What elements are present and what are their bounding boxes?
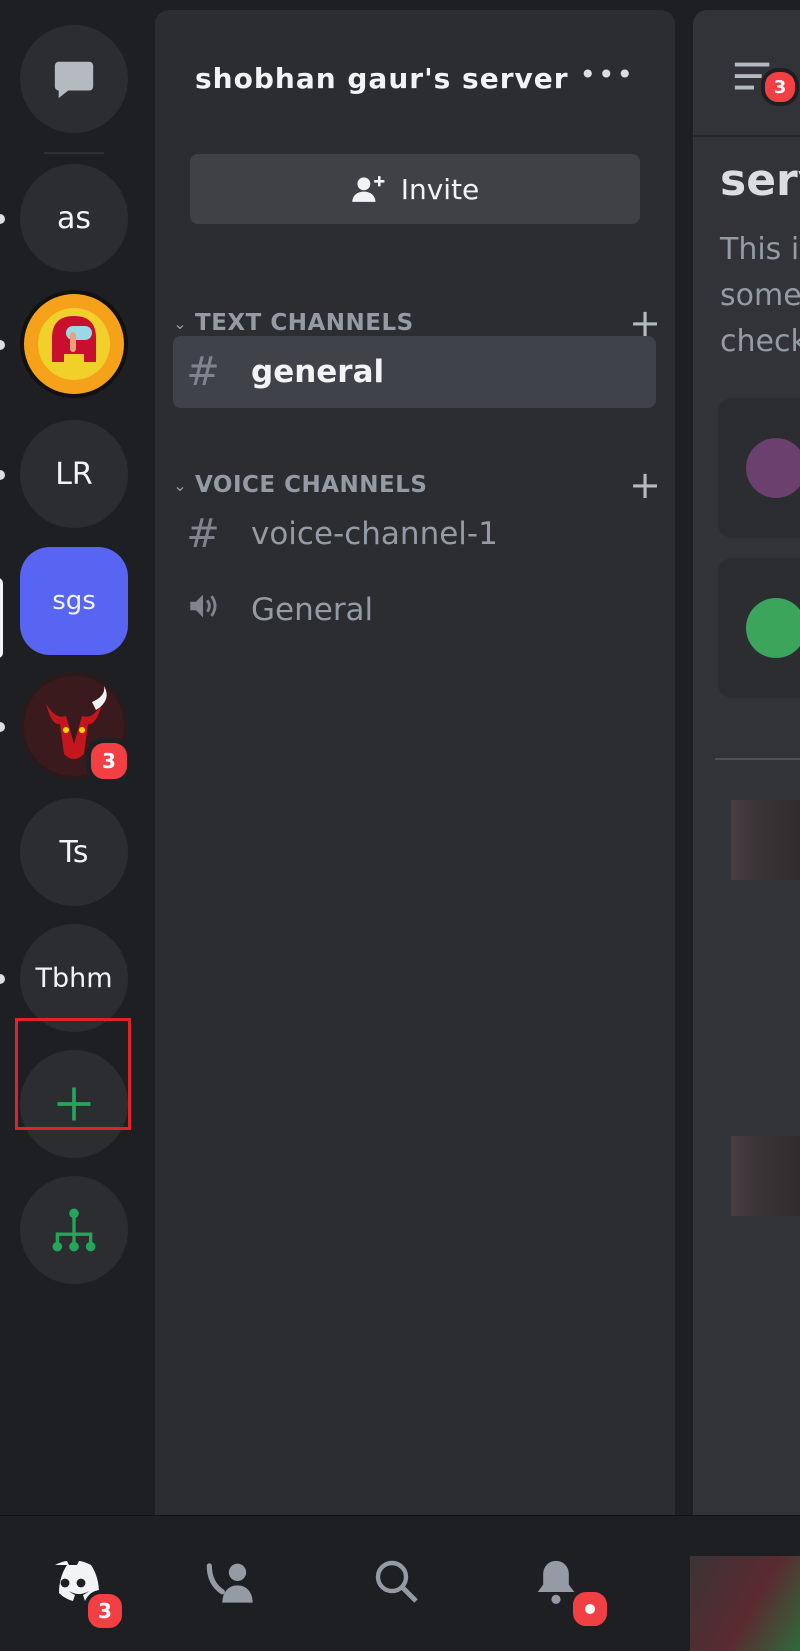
unread-pip bbox=[0, 214, 5, 224]
invite-button[interactable]: Invite bbox=[190, 154, 640, 224]
notification-dot bbox=[569, 1588, 611, 1630]
home-tab[interactable]: 3 bbox=[38, 1546, 126, 1632]
server-initials: Ts bbox=[59, 834, 89, 870]
channel-voice-channel-1[interactable]: # voice-channel-1 bbox=[173, 498, 656, 570]
category-label: TEXT CHANNELS bbox=[195, 310, 414, 336]
home-badge: 3 bbox=[84, 1590, 126, 1632]
notifications-tab[interactable] bbox=[521, 1546, 611, 1630]
welcome-text-line: This i bbox=[720, 232, 800, 267]
unread-pip bbox=[0, 974, 5, 984]
message-divider bbox=[715, 758, 800, 760]
server-rail: as LR sgs 3 Ts Tbhm bbox=[0, 0, 155, 1515]
channel-panel: shobhan gaur's server ••• Invite ⌄ TEXT … bbox=[155, 10, 675, 1515]
welcome-title: serv bbox=[720, 155, 800, 206]
user-avatar bbox=[731, 800, 800, 880]
invite-friends-icon bbox=[746, 438, 800, 498]
server-name[interactable]: shobhan gaur's server bbox=[195, 62, 569, 95]
channel-name: general bbox=[251, 354, 385, 390]
speaker-icon bbox=[173, 587, 233, 633]
more-options-button[interactable]: ••• bbox=[579, 58, 635, 91]
channel-name: voice-channel-1 bbox=[251, 516, 498, 552]
highlight-box bbox=[15, 1018, 131, 1130]
hash-icon: # bbox=[186, 349, 220, 395]
server-icon-as[interactable]: as bbox=[20, 164, 128, 272]
chevron-down-icon: ⌄ bbox=[173, 475, 187, 495]
unread-pip bbox=[0, 470, 5, 480]
category-label: VOICE CHANNELS bbox=[195, 472, 428, 498]
channel-voice-general[interactable]: General bbox=[173, 574, 656, 646]
server-icon-ts[interactable]: Ts bbox=[20, 798, 128, 906]
search-tab[interactable] bbox=[361, 1546, 431, 1616]
server-icon-lr[interactable]: LR bbox=[20, 420, 128, 528]
explore-servers-button[interactable] bbox=[20, 1176, 128, 1284]
unread-pip bbox=[0, 340, 5, 350]
user-avatar bbox=[731, 1136, 800, 1216]
server-initials: as bbox=[56, 200, 91, 236]
chat-panel-peek: 3 serv This i some check bbox=[693, 10, 800, 1515]
welcome-text-line: check bbox=[720, 324, 800, 359]
invite-label: Invite bbox=[400, 172, 480, 206]
server-initials: Tbhm bbox=[35, 962, 113, 994]
bottom-navigation: 3 bbox=[0, 1515, 800, 1651]
profile-tab[interactable] bbox=[690, 1556, 800, 1651]
mention-badge: 3 bbox=[86, 738, 132, 784]
server-icon-sgs[interactable]: sgs bbox=[20, 547, 128, 655]
welcome-text-line: some bbox=[720, 278, 800, 313]
server-icon-among-us[interactable] bbox=[20, 290, 128, 398]
chat-header: 3 bbox=[693, 10, 800, 137]
friends-wave-icon bbox=[206, 1563, 253, 1603]
hierarchy-icon bbox=[52, 1208, 96, 1252]
hash-icon: # bbox=[186, 511, 220, 557]
server-icon-tbhm[interactable]: Tbhm bbox=[20, 924, 128, 1032]
direct-messages-button[interactable] bbox=[20, 25, 128, 133]
among-us-avatar-icon bbox=[24, 294, 124, 394]
header-badge: 3 bbox=[761, 68, 799, 106]
channel-name: General bbox=[251, 592, 374, 628]
server-initials: LR bbox=[55, 456, 93, 492]
chat-bubble-icon bbox=[54, 61, 94, 99]
unread-pip bbox=[0, 722, 5, 732]
add-person-icon bbox=[352, 176, 385, 202]
server-icon-bull[interactable]: 3 bbox=[20, 672, 132, 784]
selected-indicator bbox=[0, 578, 3, 658]
rail-divider bbox=[44, 152, 104, 154]
search-icon bbox=[375, 1560, 418, 1603]
welcome-card[interactable] bbox=[718, 398, 800, 538]
personalize-server-icon bbox=[746, 598, 800, 658]
channel-general[interactable]: # general bbox=[173, 336, 656, 408]
friends-tab[interactable] bbox=[196, 1546, 266, 1616]
chevron-down-icon: ⌄ bbox=[173, 313, 187, 333]
server-initials: sgs bbox=[52, 586, 96, 616]
welcome-card[interactable] bbox=[718, 558, 800, 698]
